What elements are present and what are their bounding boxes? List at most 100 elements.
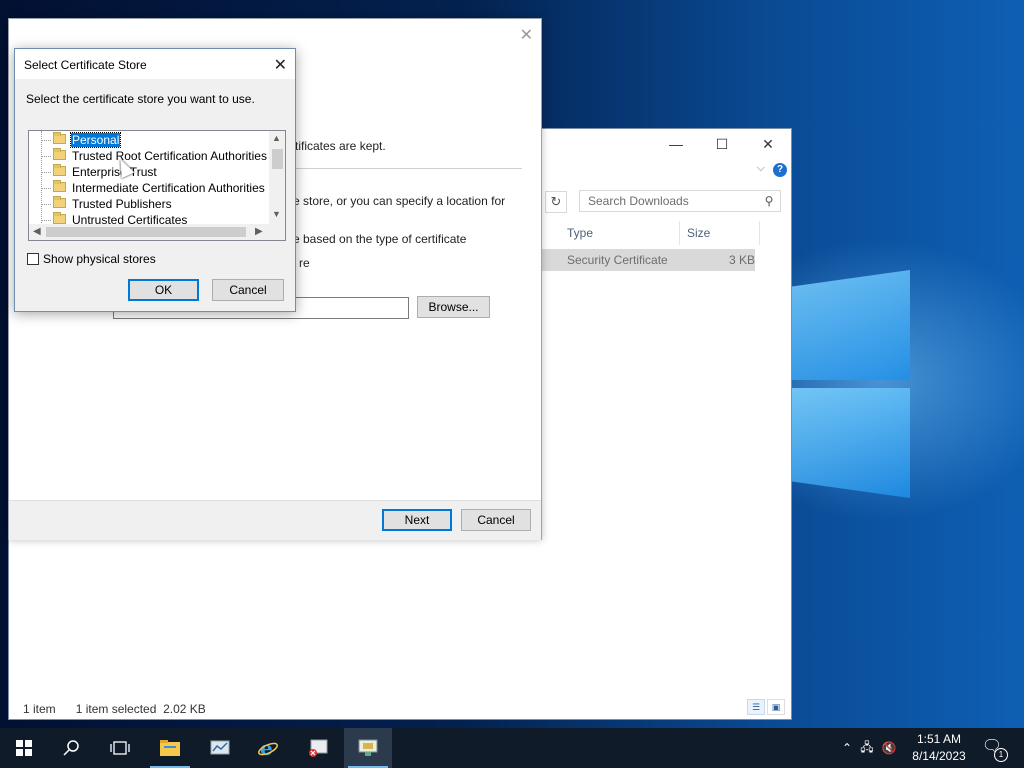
dialog-cancel-button[interactable]: Cancel [212, 279, 284, 301]
scroll-down-icon[interactable]: ▼ [272, 209, 281, 219]
tree-connector [41, 188, 51, 189]
certificate-wizard-taskbar-button[interactable] [344, 728, 392, 768]
windows-logo-wallpaper [792, 240, 912, 500]
folder-icon [160, 740, 180, 756]
dialog-title: Select Certificate Store [24, 58, 147, 72]
dialog-titlebar[interactable]: Select Certificate Store ✕ [15, 49, 295, 79]
taskbar-clock[interactable]: 1:51 AM 8/14/2023 [900, 731, 978, 765]
wizard-close-icon[interactable]: ✕ [520, 25, 533, 45]
status-bar: 1 item 1 item selected 2.02 KB [23, 702, 206, 716]
file-type: Security Certificate [567, 253, 668, 267]
select-certificate-store-dialog: Select Certificate Store ✕ Select the ce… [14, 48, 296, 312]
tree-item-label: Personal [69, 132, 122, 148]
volume-muted-icon[interactable]: 🔇 [878, 741, 900, 755]
help-icon[interactable]: ? [773, 163, 787, 177]
certificate-error-icon [309, 739, 328, 757]
notification-count-badge: 1 [994, 748, 1008, 762]
column-divider[interactable] [679, 221, 680, 245]
tree-item-label: Intermediate Certification Authorities [72, 181, 265, 195]
browse-button[interactable]: Browse... [417, 296, 490, 318]
horizontal-scrollbar[interactable]: ◀ ▶ [29, 224, 285, 240]
folder-icon [53, 164, 66, 176]
show-physical-stores-row[interactable]: Show physical stores [27, 252, 156, 266]
internet-explorer-taskbar-button[interactable]: e [244, 728, 292, 768]
wizard-text-re: re [299, 256, 310, 270]
tree-guide-line [41, 131, 42, 223]
window-controls: — ☐ ✕ [653, 129, 791, 159]
logo-pane-bottom [792, 388, 910, 498]
certificate-store-tree[interactable]: Personal Trusted Root Certification Auth… [28, 130, 286, 241]
wizard-text-store: e store, or you can specify a location f… [293, 194, 506, 208]
file-size: 3 KB [729, 253, 756, 267]
column-header-type[interactable]: Type [567, 221, 593, 245]
minimize-button[interactable]: — [653, 129, 699, 159]
search-icon: ⚲ [764, 194, 774, 208]
task-view-button[interactable] [96, 728, 144, 768]
file-list-row[interactable]: Security Certificate 3 KB [539, 249, 755, 271]
system-tray: ⌃ 🖧 🔇 [838, 728, 900, 768]
tree-connector [41, 220, 51, 221]
wizard-cancel-button[interactable]: Cancel [461, 509, 531, 531]
scroll-thumb[interactable] [272, 149, 283, 169]
scroll-left-icon[interactable]: ◀ [33, 226, 41, 237]
dialog-prompt: Select the certificate store you want to… [26, 92, 255, 106]
server-manager-icon [210, 740, 230, 755]
column-header-size[interactable]: Size [687, 221, 710, 245]
wizard-text-based: e based on the type of certificate [293, 232, 467, 246]
folder-icon [53, 196, 66, 208]
maximize-button[interactable]: ☐ [699, 129, 745, 159]
next-button[interactable]: Next [382, 509, 452, 531]
search-button[interactable] [48, 728, 96, 768]
search-placeholder: Search Downloads [588, 194, 689, 208]
search-icon [63, 740, 79, 756]
tree-item-label: Trusted Publishers [72, 197, 172, 211]
start-button[interactable] [0, 728, 48, 768]
details-view-icon[interactable]: ☰ [747, 699, 765, 715]
large-icons-view-icon[interactable]: ▣ [767, 699, 785, 715]
view-toggle: ☰ ▣ [747, 699, 785, 715]
ok-button[interactable]: OK [128, 279, 199, 301]
close-button[interactable]: ✕ [745, 129, 791, 159]
chevron-up-icon[interactable]: ⌃ [838, 741, 856, 755]
wizard-text-kept: rtificates are kept. [291, 139, 386, 153]
tree-connector [41, 172, 51, 173]
tree-connector [41, 156, 51, 157]
folder-icon [53, 180, 66, 192]
clock-time: 1:51 AM [916, 732, 962, 746]
close-icon: ✕ [762, 135, 774, 152]
tree-item-label: Enterprise Trust [72, 165, 157, 179]
vertical-scrollbar[interactable]: ▲ ▼ [269, 131, 285, 225]
chevron-down-icon[interactable]: ⌵ [757, 162, 765, 175]
scroll-right-icon[interactable]: ▶ [255, 226, 263, 237]
scroll-up-icon[interactable]: ▲ [272, 133, 281, 143]
dialog-close-icon[interactable]: ✕ [274, 55, 287, 75]
status-selection: 1 item selected 2.02 KB [75, 702, 206, 716]
refresh-icon: ↻ [550, 194, 562, 209]
certificates-taskbar-button[interactable] [294, 728, 342, 768]
folder-icon [53, 132, 66, 144]
search-input[interactable]: Search Downloads ⚲ [579, 190, 781, 212]
clock-date: 8/14/2023 [912, 749, 966, 763]
task-view-icon [110, 741, 130, 755]
folder-icon [53, 212, 66, 224]
server-manager-taskbar-button[interactable] [196, 728, 244, 768]
taskbar: e ⌃ 🖧 🔇 1:51 AM 8/14/2023 🗨 1 [0, 728, 1024, 768]
show-physical-stores-label: Show physical stores [43, 252, 156, 266]
network-icon[interactable]: 🖧 [856, 738, 878, 759]
tree-connector [41, 204, 51, 205]
maximize-icon: ☐ [715, 135, 729, 152]
status-item-count: 1 item [23, 702, 56, 716]
file-explorer-taskbar-button[interactable] [146, 728, 194, 768]
show-physical-stores-checkbox[interactable] [27, 253, 39, 265]
folder-icon [53, 148, 66, 160]
logo-pane-top [792, 270, 910, 380]
refresh-button[interactable]: ↻ [545, 191, 567, 213]
minimize-icon: — [669, 136, 683, 152]
windows-start-icon [16, 740, 32, 756]
tree-connector [41, 140, 51, 141]
certificate-import-icon [358, 739, 378, 756]
wizard-separator [289, 168, 522, 169]
scroll-thumb[interactable] [46, 227, 246, 237]
tree-item-label: Trusted Root Certification Authorities [72, 149, 267, 163]
column-divider[interactable] [759, 221, 760, 245]
